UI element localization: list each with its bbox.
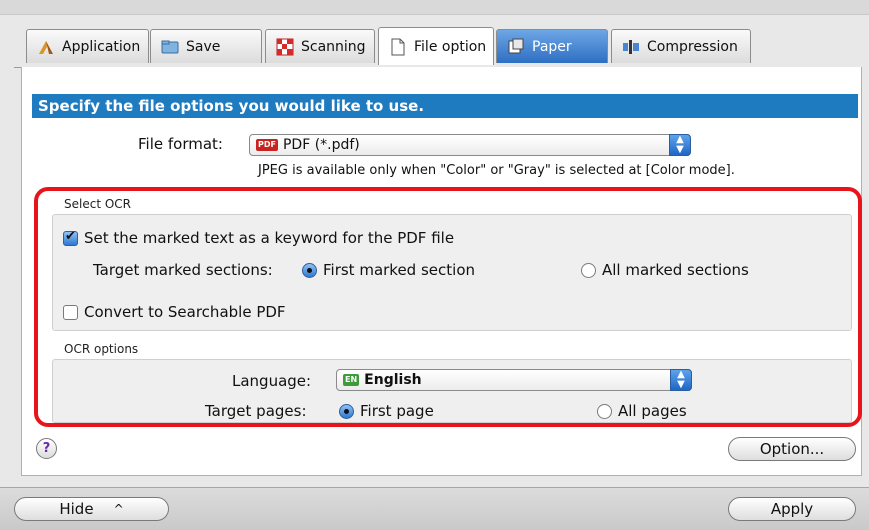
- language-select[interactable]: EN English ▲ ▼: [336, 369, 692, 391]
- paper-icon: [507, 38, 525, 56]
- tab-file-option-label: File option: [414, 38, 487, 55]
- page-heading: Specify the file options you would like …: [32, 94, 858, 118]
- keyword-checkbox-row[interactable]: Set the marked text as a keyword for the…: [63, 229, 454, 247]
- tab-paper[interactable]: Paper: [496, 29, 608, 63]
- pdf-icon: PDF: [256, 139, 278, 151]
- all-marked-sections-radio[interactable]: [581, 262, 596, 278]
- all-marked-sections-label: All marked sections: [602, 261, 749, 279]
- tab-save-label: Save: [186, 38, 221, 55]
- tab-application[interactable]: Application: [26, 29, 149, 63]
- jpeg-note: JPEG is available only when "Color" or "…: [258, 163, 735, 178]
- save-folder-icon: [161, 38, 179, 56]
- apply-button[interactable]: Apply: [728, 497, 856, 521]
- english-flag-icon: EN: [343, 374, 360, 386]
- application-icon: [37, 38, 55, 56]
- target-sections-label: Target marked sections:: [93, 261, 273, 279]
- first-marked-section-option[interactable]: First marked section: [302, 261, 475, 279]
- all-pages-label: All pages: [618, 402, 687, 420]
- keyword-checkbox[interactable]: [63, 229, 78, 246]
- help-button[interactable]: ?: [36, 438, 57, 459]
- first-page-radio[interactable]: [339, 403, 354, 419]
- ocr-options-group-label: OCR options: [64, 342, 139, 356]
- popup-arrows-icon: ▲ ▼: [669, 134, 691, 156]
- file-format-value: PDF (*.pdf): [282, 137, 360, 153]
- tab-scanning-label: Scanning: [301, 38, 366, 55]
- option-button[interactable]: Option...: [728, 437, 856, 461]
- all-pages-option[interactable]: All pages: [597, 402, 687, 420]
- tab-paper-label: Paper: [532, 38, 572, 55]
- searchable-pdf-checkbox[interactable]: [63, 304, 78, 320]
- tab-application-label: Application: [62, 38, 141, 55]
- first-marked-section-radio[interactable]: [302, 262, 317, 278]
- tab-scanning[interactable]: Scanning: [265, 29, 375, 63]
- keyword-checkbox-label: Set the marked text as a keyword for the…: [84, 229, 455, 247]
- compression-icon: [622, 38, 640, 56]
- first-marked-section-label: First marked section: [323, 261, 475, 279]
- select-ocr-group-label: Select OCR: [64, 197, 131, 211]
- searchable-pdf-checkbox-row[interactable]: Convert to Searchable PDF: [63, 303, 286, 321]
- file-option-icon: [389, 38, 407, 56]
- language-value: English: [364, 372, 422, 388]
- file-format-label: File format:: [138, 135, 223, 153]
- hide-button-label: Hide: [59, 500, 94, 518]
- tab-compression[interactable]: Compression: [611, 29, 751, 63]
- window-top-edge: [0, 0, 869, 15]
- hide-button[interactable]: Hide ^: [14, 497, 169, 521]
- file-format-select[interactable]: PDF PDF (*.pdf) ▲ ▼: [249, 134, 691, 156]
- first-page-option[interactable]: First page: [339, 402, 434, 420]
- tab-compression-label: Compression: [647, 38, 738, 55]
- tab-save[interactable]: Save: [150, 29, 262, 63]
- language-label: Language:: [232, 372, 312, 390]
- searchable-pdf-label: Convert to Searchable PDF: [84, 303, 286, 321]
- target-pages-label: Target pages:: [205, 402, 307, 420]
- all-marked-sections-option[interactable]: All marked sections: [581, 261, 749, 279]
- first-page-label: First page: [360, 402, 434, 420]
- scanning-icon: [276, 38, 294, 56]
- chevron-up-icon: ^: [113, 502, 124, 516]
- popup-arrows-icon: ▲ ▼: [670, 369, 692, 391]
- all-pages-radio[interactable]: [597, 403, 612, 419]
- tab-file-option[interactable]: File option: [378, 27, 494, 65]
